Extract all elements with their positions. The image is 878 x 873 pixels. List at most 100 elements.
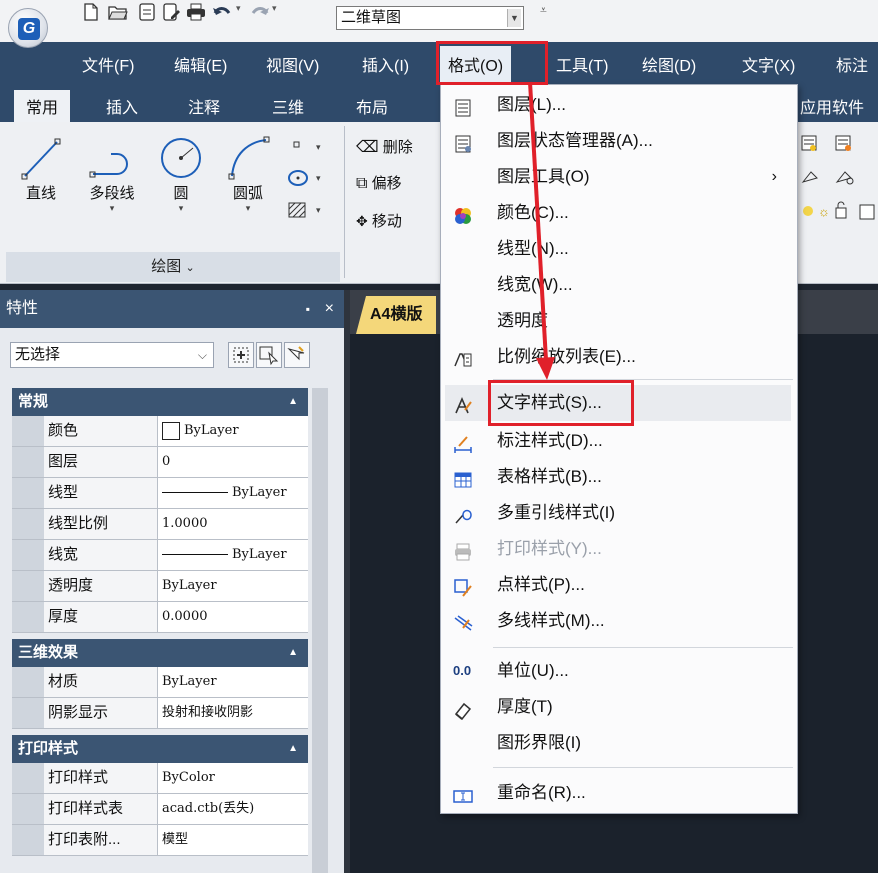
property-value[interactable]: acad.ctb(丢失)	[158, 794, 308, 824]
property-key: 打印样式表	[44, 794, 158, 824]
menu-format[interactable]: 格式(O)	[440, 46, 512, 82]
menu-item-lineweight[interactable]: 线宽(W)...	[441, 267, 797, 303]
circle-tool[interactable]: 圆 ▾	[156, 134, 206, 214]
undo-dropdown-icon[interactable]: ▾	[236, 3, 246, 21]
layer-tools-row1-icon[interactable]	[800, 132, 870, 158]
arc-tool[interactable]: 圆弧 ▾	[222, 134, 274, 214]
property-value[interactable]: ByColor	[158, 763, 308, 793]
property-row[interactable]: 厚度 0.0000	[12, 602, 308, 633]
erase-button[interactable]: ⌫ 删除	[356, 136, 413, 157]
menu-item-units[interactable]: 0.0 单位(U)...	[441, 653, 797, 689]
category-general[interactable]: 常规 ▲	[12, 388, 308, 416]
workspace-select[interactable]: 二维草图 ▼	[336, 6, 524, 30]
save-icon[interactable]	[138, 3, 156, 21]
category-plot-style[interactable]: 打印样式 ▲	[12, 735, 308, 763]
menu-dimension[interactable]: 标注	[836, 52, 868, 76]
menu-item-color[interactable]: 颜色(C)...	[441, 195, 797, 231]
close-icon[interactable]: ×	[325, 290, 334, 328]
menu-file[interactable]: 文件(F)	[82, 52, 134, 76]
menu-view[interactable]: 视图(V)	[266, 52, 319, 76]
category-3d-effects[interactable]: 三维效果 ▲	[12, 639, 308, 667]
menu-draw[interactable]: 绘图(D)	[642, 52, 696, 76]
property-row[interactable]: 图层 0	[12, 447, 308, 478]
property-row[interactable]: 透明度 ByLayer	[12, 571, 308, 602]
tab-home[interactable]: 常用	[14, 90, 71, 122]
tab-apps[interactable]: 应用软件	[800, 94, 864, 118]
menu-item-transparency[interactable]: 透明度	[441, 303, 797, 339]
property-value[interactable]: ByLayer	[158, 416, 308, 446]
menu-tools[interactable]: 工具(T)	[556, 52, 608, 76]
menu-item-scale-list[interactable]: 比例缩放列表(E)...	[441, 339, 797, 375]
property-value[interactable]: 模型	[158, 825, 308, 855]
line-tool[interactable]: 直线	[18, 134, 64, 203]
property-row[interactable]: 线型比例 1.0000	[12, 509, 308, 540]
document-tab[interactable]: A4横版	[356, 296, 437, 334]
menu-item-rename[interactable]: 重命名(R)...	[441, 775, 797, 811]
property-value[interactable]: 投射和接收阴影	[158, 698, 308, 728]
pin-icon[interactable]: ▪	[306, 290, 310, 328]
property-row[interactable]: 线宽 ByLayer	[12, 540, 308, 571]
layer-toggle-icons[interactable]: ☼	[800, 200, 878, 226]
property-value[interactable]: ByLayer	[158, 478, 308, 508]
menu-item-point-style[interactable]: 点样式(P)...	[441, 567, 797, 603]
property-row[interactable]: 打印表附... 模型	[12, 825, 308, 856]
menu-item-linetype[interactable]: 线型(N)...	[441, 231, 797, 267]
property-row[interactable]: 颜色 ByLayer	[12, 416, 308, 447]
move-button[interactable]: ✥ 移动	[356, 210, 402, 231]
property-value[interactable]: 1.0000	[158, 509, 308, 539]
property-row[interactable]: 材质 ByLayer	[12, 667, 308, 698]
app-logo-icon[interactable]: G	[8, 8, 48, 48]
open-icon[interactable]	[108, 3, 128, 21]
tab-insert[interactable]: 插入	[106, 94, 138, 118]
menu-item-mleader-style[interactable]: 多重引线样式(I)	[441, 495, 797, 531]
menu-item-table-style[interactable]: 表格样式(B)...	[441, 459, 797, 495]
property-row[interactable]: 打印样式表 acad.ctb(丢失)	[12, 794, 308, 825]
selection-dropdown[interactable]: 无选择 ⌵	[10, 342, 214, 368]
layer-tools-row2-icon[interactable]	[800, 166, 870, 192]
menu-item-dim-style[interactable]: 标注样式(D)...	[441, 423, 797, 459]
tab-3d[interactable]: 三维	[272, 94, 304, 118]
tab-layout[interactable]: 布局	[356, 94, 388, 118]
property-row[interactable]: 打印样式 ByColor	[12, 763, 308, 794]
hatch-tool-icon[interactable]: ▾	[286, 200, 326, 224]
menu-item-drawing-limits[interactable]: 图形界限(I)	[441, 725, 797, 761]
select-objects-button[interactable]	[256, 342, 282, 368]
draw-panel-footer[interactable]: 绘图 ⌄	[6, 252, 340, 282]
chevron-down-icon[interactable]: ▾	[80, 203, 144, 214]
quick-select-button[interactable]	[284, 342, 310, 368]
saveas-icon[interactable]	[162, 3, 180, 21]
property-value[interactable]: ByLayer	[158, 540, 308, 570]
property-value[interactable]: ByLayer	[158, 667, 308, 697]
customize-quick-access-icon[interactable]: ⩡	[540, 3, 558, 21]
menu-item-thickness[interactable]: 厚度(T)	[441, 689, 797, 725]
chevron-down-icon[interactable]: ▾	[222, 203, 274, 214]
menu-insert[interactable]: 插入(I)	[362, 52, 409, 76]
draw-panel-title: 绘图	[151, 258, 182, 275]
menu-item-text-style[interactable]: 文字样式(S)...	[445, 385, 791, 421]
chevron-down-icon[interactable]: ▾	[156, 203, 206, 214]
new-icon[interactable]	[82, 3, 100, 21]
property-value[interactable]: 0	[158, 447, 308, 477]
property-row[interactable]: 阴影显示 投射和接收阴影	[12, 698, 308, 729]
property-value[interactable]: ByLayer	[158, 571, 308, 601]
undo-icon[interactable]	[212, 3, 231, 21]
property-value[interactable]: 0.0000	[158, 602, 308, 632]
menu-item-layer-tools[interactable]: 图层工具(O) ›	[441, 159, 797, 195]
offset-button[interactable]: ⧉ 偏移	[356, 172, 402, 193]
menu-edit[interactable]: 编辑(E)	[174, 52, 227, 76]
property-scrollbar[interactable]	[312, 388, 328, 873]
point-tool-icon[interactable]: ▾	[290, 138, 326, 158]
polyline-tool[interactable]: 多段线 ▾	[80, 134, 144, 214]
menu-item-layer[interactable]: 图层(L)...	[441, 87, 797, 123]
toggle-pickadd-button[interactable]	[228, 342, 254, 368]
chevron-down-icon[interactable]: ▼	[507, 9, 521, 27]
menu-item-layer-state[interactable]: 图层状态管理器(A)...	[441, 123, 797, 159]
redo-dropdown-icon[interactable]: ▾	[272, 3, 282, 21]
tab-annotate[interactable]: 注释	[188, 94, 220, 118]
property-row[interactable]: 线型 ByLayer	[12, 478, 308, 509]
menu-text[interactable]: 文字(X)	[742, 52, 795, 76]
ellipse-tool-icon[interactable]: ▾	[286, 168, 326, 192]
menu-item-mline-style[interactable]: 多线样式(M)...	[441, 603, 797, 639]
print-icon[interactable]	[186, 3, 205, 21]
redo-icon[interactable]	[248, 3, 269, 21]
